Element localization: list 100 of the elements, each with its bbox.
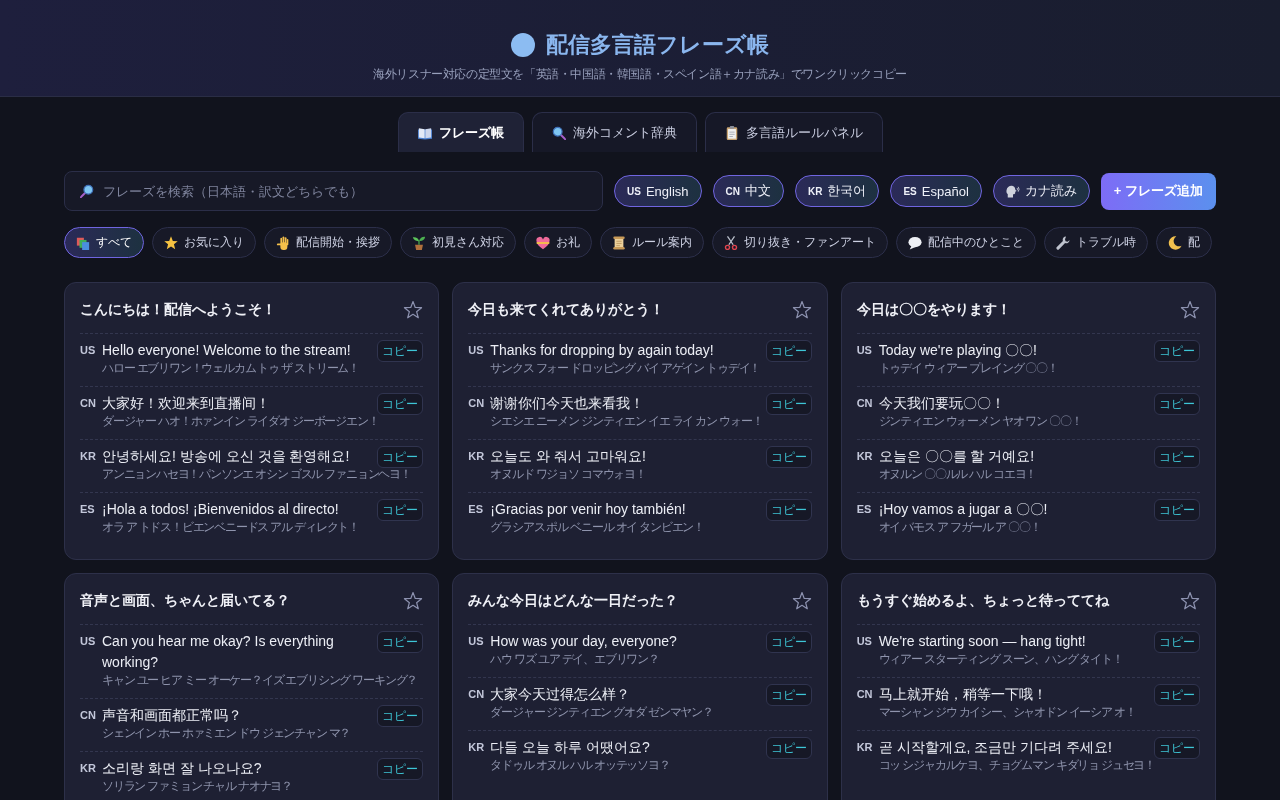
phrase-text: We're starting soon — hang tight! bbox=[878, 632, 1087, 651]
book-icon bbox=[417, 125, 432, 140]
favorite-star-icon[interactable] bbox=[791, 591, 812, 611]
language-code: KR bbox=[856, 740, 874, 755]
card-title: 今日も来てくれてありがとう！ bbox=[468, 301, 665, 319]
language-code: ES bbox=[468, 502, 484, 517]
card-title: 今日は〇〇をやります！ bbox=[856, 301, 1011, 319]
copy-button[interactable]: コピー bbox=[1154, 446, 1200, 468]
phrase-text: ¡Hola a todos! ¡Bienvenidos al directo! bbox=[102, 500, 340, 519]
kana-reading: ハウ ワズ ユア デイ、エブリワン？ bbox=[490, 652, 660, 667]
phrase-text: Hello everyone! Welcome to the stream! bbox=[102, 341, 352, 360]
favorite-star-icon[interactable] bbox=[403, 300, 424, 320]
category-chip[interactable]: お気に入り bbox=[152, 227, 256, 258]
language-code: US bbox=[468, 343, 485, 358]
language-code: US bbox=[80, 343, 97, 358]
copy-button[interactable]: コピー bbox=[377, 705, 424, 727]
copy-button[interactable]: コピー bbox=[1154, 631, 1200, 653]
favorite-star-icon[interactable] bbox=[403, 591, 424, 611]
kana-reading: トゥデイ ウィアー プレイング 〇〇！ bbox=[878, 361, 1059, 376]
language-code: KR bbox=[468, 449, 486, 464]
copy-button[interactable]: コピー bbox=[765, 446, 812, 468]
kana-reading: アンニョンハセヨ！パンソンエ オシン ゴスル ファニョンヘヨ！ bbox=[102, 467, 412, 482]
copy-button[interactable]: コピー bbox=[765, 631, 812, 653]
favorite-star-icon[interactable] bbox=[1180, 591, 1200, 611]
category-chip[interactable]: 初見さん対応 bbox=[400, 227, 516, 258]
card-title: こんにちは！配信へようこそ！ bbox=[80, 301, 276, 319]
star-icon bbox=[164, 235, 178, 250]
heart-ribbon-icon bbox=[536, 235, 550, 250]
card-title: もうすぐ始めるよ、ちょっと待っててね bbox=[856, 592, 1109, 610]
phrase-text: ¡Hoy vamos a jugar a 〇〇! bbox=[878, 500, 1049, 519]
language-code: CN bbox=[468, 687, 486, 702]
phrase-text: Today we're playing 〇〇! bbox=[878, 341, 1038, 360]
stacked-squares-icon bbox=[76, 235, 90, 250]
phrase-text: 大家今天过得怎么样？ bbox=[490, 685, 632, 704]
phrase-text: Can you hear me okay? Is everything working? bbox=[102, 632, 335, 672]
language-code: US bbox=[468, 634, 485, 649]
phrase-text: 马上就开始，稍等一下哦！ bbox=[878, 685, 1048, 704]
kana-reading: ジンティエン ウォーメン ヤオ ワン 〇〇！ bbox=[878, 414, 1083, 429]
hand-icon bbox=[276, 235, 290, 250]
copy-button[interactable]: コピー bbox=[1154, 499, 1200, 521]
phrase-text: 소리랑 화면 잘 나오나요? bbox=[102, 759, 263, 778]
copy-button[interactable]: コピー bbox=[377, 446, 424, 468]
language-code: US bbox=[856, 343, 873, 358]
copy-button[interactable]: コピー bbox=[377, 758, 424, 780]
favorite-star-icon[interactable] bbox=[791, 300, 812, 320]
copy-button[interactable]: コピー bbox=[765, 684, 812, 706]
add-phrase-button[interactable]: + フレーズ追加 bbox=[1100, 172, 1216, 210]
phrase-text: ¡Gracias por venir hoy también! bbox=[490, 500, 687, 519]
category-chip[interactable]: 配信中のひとこと bbox=[896, 227, 1036, 258]
language-toggle[interactable]: ES Español bbox=[890, 175, 982, 207]
kana-reading: オラ ア トドス！ビエンベニードス アル ディレクト！ bbox=[102, 520, 360, 535]
tab[interactable]: 海外コメント辞典 bbox=[531, 112, 697, 152]
speaking-head-icon bbox=[1005, 184, 1020, 198]
kana-reading: オヌルド ワジョソ コマウォヨ！ bbox=[490, 467, 647, 482]
language-toggle[interactable]: KR 한국어 bbox=[795, 175, 880, 207]
language-code: KR bbox=[468, 740, 486, 755]
copy-button[interactable]: コピー bbox=[377, 393, 424, 415]
scroll-icon bbox=[612, 235, 626, 250]
copy-button[interactable]: コピー bbox=[1154, 393, 1200, 415]
language-toggle[interactable]: US English bbox=[614, 175, 702, 207]
copy-button[interactable]: コピー bbox=[1154, 737, 1200, 759]
phrase-text: 안녕하세요! 방송에 오신 것을 환영해요! bbox=[102, 447, 351, 466]
copy-button[interactable]: コピー bbox=[377, 499, 424, 521]
tab[interactable]: フレーズ帳 bbox=[397, 112, 524, 152]
copy-button[interactable]: コピー bbox=[1154, 684, 1200, 706]
category-chip[interactable]: 配 bbox=[1156, 227, 1212, 258]
card-title: 音声と画面、ちゃんと届いてる？ bbox=[80, 592, 290, 610]
language-code: CN bbox=[80, 708, 97, 723]
kana-reading: サンクス フォー ドロッピング バイ アゲイン トゥデイ！ bbox=[490, 361, 762, 376]
kana-reading: ダージャー ハオ！ホァンイン ライダオ ジーボージエン！ bbox=[102, 414, 380, 429]
kana-reading: オイ バモス ア フガール ア 〇〇！ bbox=[878, 520, 1042, 535]
language-code: ES bbox=[856, 502, 873, 517]
category-chip[interactable]: 切り抜き・ファンアート bbox=[712, 227, 888, 258]
app-subtitle: 海外リスナー対応の定型文を「英語・中国語・韓国語・スペイン語＋カナ読み」でワンクリックコピー bbox=[373, 66, 907, 82]
copy-button[interactable]: コピー bbox=[377, 631, 424, 653]
category-chip[interactable]: すべて bbox=[64, 227, 144, 258]
copy-button[interactable]: コピー bbox=[765, 737, 812, 759]
phrase-text: 다들 오늘 하루 어땠어요? bbox=[490, 738, 651, 757]
copy-button[interactable]: コピー bbox=[765, 393, 812, 415]
phrase-text: 大家好！欢迎来到直播间！ bbox=[102, 394, 271, 413]
category-chip[interactable]: トラブル時 bbox=[1044, 227, 1148, 258]
logo-dot-icon bbox=[511, 33, 535, 57]
favorite-star-icon[interactable] bbox=[1180, 300, 1200, 320]
category-chip[interactable]: お礼 bbox=[524, 227, 592, 258]
category-chip[interactable]: 配信開始・挨拶 bbox=[264, 227, 392, 258]
language-toggle[interactable]: カナ読み bbox=[992, 175, 1090, 207]
copy-button[interactable]: コピー bbox=[765, 499, 812, 521]
category-chip[interactable]: ルール案内 bbox=[600, 227, 704, 258]
kana-reading: グラシアス ポル ベニール オイ タンビエン！ bbox=[490, 520, 706, 535]
language-toggle[interactable]: CN 中文 bbox=[712, 175, 784, 207]
kana-reading: ソリラン ファミョン チャル ナオナヨ？ bbox=[102, 779, 293, 794]
moon-icon bbox=[1168, 235, 1182, 250]
phrase-text: 오늘도 와 줘서 고마워요! bbox=[490, 447, 647, 466]
tab[interactable]: 多言語ルールパネル bbox=[704, 112, 883, 152]
kana-reading: タドゥル オヌル ハル オッテッソヨ？ bbox=[490, 758, 671, 773]
copy-button[interactable]: コピー bbox=[765, 340, 812, 362]
language-code: KR bbox=[856, 449, 874, 464]
copy-button[interactable]: コピー bbox=[377, 340, 424, 362]
search-field[interactable]: フレーズを検索（日本語・訳文どちらでも） bbox=[64, 171, 603, 211]
copy-button[interactable]: コピー bbox=[1154, 340, 1200, 362]
